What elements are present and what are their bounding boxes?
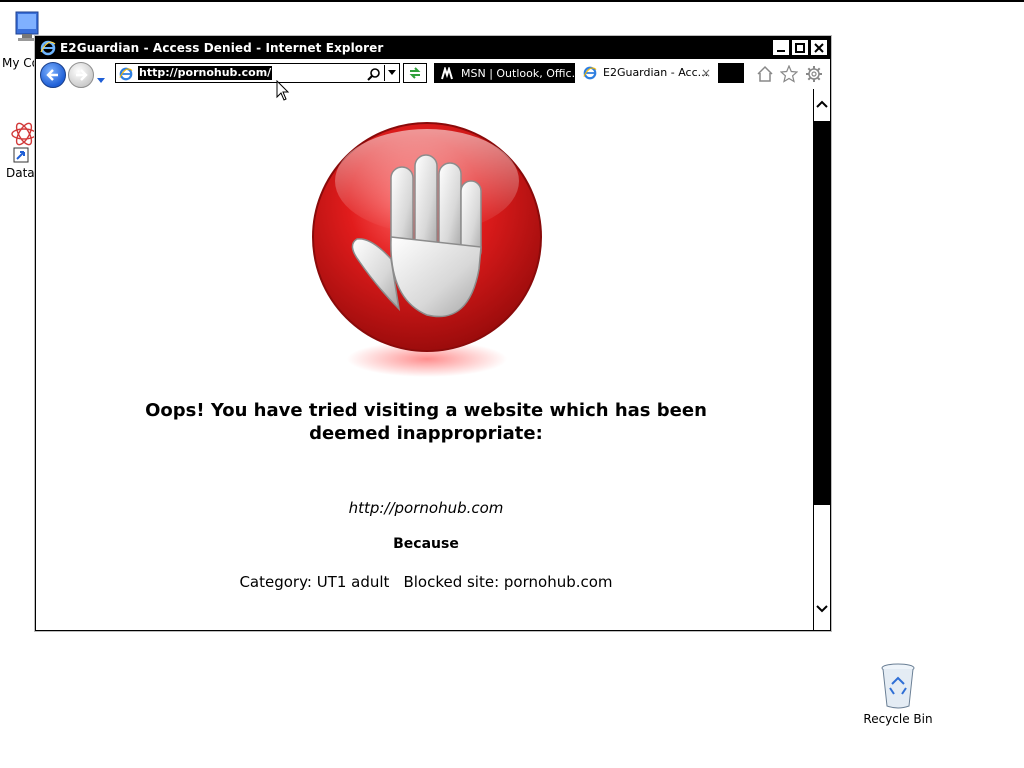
refresh-button[interactable] (403, 63, 427, 83)
tab-label: MSN | Outlook, Offic... (461, 67, 575, 80)
address-input[interactable]: http://pornohub.com/ (138, 66, 273, 80)
chevron-up-icon (816, 100, 828, 108)
back-button[interactable] (40, 62, 66, 88)
stop-hand-icon (312, 122, 542, 377)
ie-icon (583, 66, 597, 83)
close-icon (814, 42, 824, 53)
tab-close-icon[interactable]: × (701, 63, 711, 83)
tools-gear-icon[interactable] (805, 65, 823, 87)
maximize-icon (795, 42, 805, 53)
chevron-down-icon (816, 605, 828, 613)
address-bar[interactable]: http://pornohub.com/ (115, 63, 400, 83)
scroll-thumb[interactable] (814, 121, 830, 505)
home-icon[interactable] (756, 65, 774, 87)
title-bar[interactable]: E2Guardian - Access Denied - Internet Ex… (36, 37, 830, 59)
vertical-scrollbar[interactable] (813, 89, 830, 630)
tab-msn[interactable]: MSN | Outlook, Offic... (434, 63, 575, 83)
browser-window: E2Guardian - Access Denied - Internet Ex… (35, 36, 831, 631)
desktop-icon-label: Recycle Bin (863, 712, 933, 726)
recent-pages-dropdown[interactable] (96, 70, 106, 89)
computer-icon (15, 11, 39, 41)
chevron-down-icon (388, 70, 396, 75)
maximize-button[interactable] (792, 40, 808, 55)
address-dropdown-button[interactable] (384, 65, 399, 81)
minimize-button[interactable] (773, 40, 789, 55)
mouse-cursor-icon (276, 80, 290, 101)
desktop-icon-computer[interactable]: My Co (0, 10, 40, 70)
blocked-url: http://pornohub.com (348, 499, 504, 517)
refresh-icon (409, 67, 421, 79)
minimize-icon (777, 49, 785, 52)
desktop-icon-recycle-bin[interactable]: Recycle Bin (858, 662, 938, 726)
page-favicon-icon (119, 66, 133, 85)
tab-label: E2Guardian - Acc... (603, 66, 709, 79)
new-tab-button[interactable] (718, 63, 744, 83)
because-label: Because (393, 536, 459, 552)
blocked-site: Blocked site: pornohub.com (403, 573, 613, 591)
window-title: E2Guardian - Access Denied - Internet Ex… (60, 41, 384, 55)
back-icon (46, 69, 58, 81)
block-category: Category: UT1 adult (239, 573, 390, 591)
page-title: Oops! You have tried visiting a website … (145, 400, 707, 444)
navigation-bar: http://pornohub.com/ MSN | Outlook, Offi… (36, 59, 830, 89)
favorites-icon[interactable] (779, 64, 799, 87)
recycle-bin-icon (881, 663, 915, 709)
scroll-up-button[interactable] (814, 89, 830, 119)
data-shortcut-icon (11, 122, 37, 163)
block-reason: Category: UT1 adult Blocked site: pornohu… (117, 573, 735, 591)
forward-icon (76, 69, 88, 81)
search-icon[interactable] (367, 66, 381, 85)
page-content: Oops! You have tried visiting a website … (37, 89, 812, 630)
close-button[interactable] (811, 40, 827, 55)
scroll-down-button[interactable] (814, 594, 830, 624)
desktop-top-edge (0, 0, 1024, 2)
msn-icon (440, 65, 454, 82)
tab-e2guardian[interactable]: E2Guardian - Acc... × (579, 63, 713, 83)
desktop-icon-label: My Co (2, 56, 39, 70)
chevron-down-icon (97, 78, 105, 83)
desktop-icon-label: Data (6, 166, 35, 180)
forward-button[interactable] (68, 62, 94, 88)
desktop-icon-data[interactable]: Data (0, 118, 40, 180)
